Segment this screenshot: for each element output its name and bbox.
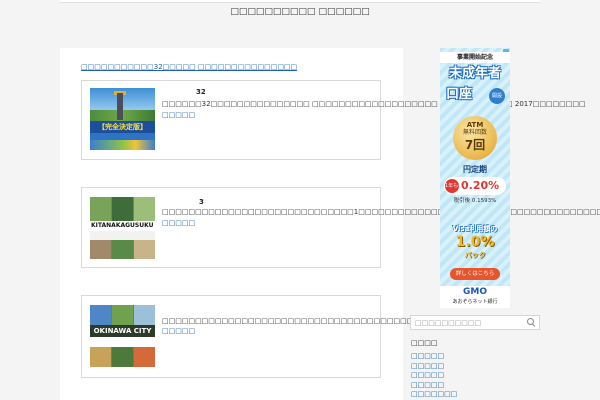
photo-tile	[112, 197, 133, 221]
ad-banner[interactable]: 事業開始記念 未成年者 口座 開設 ATM 無料回数 7回 円定期 1年もの 0…	[440, 48, 510, 308]
post-title[interactable]: 3	[199, 198, 204, 207]
photo-tile	[112, 240, 133, 259]
header-bar	[60, 0, 540, 3]
post-excerpt: □□□□□□32□□□□□□□□□□□□□□□ □□□□□□□□□□□□□□□□…	[162, 99, 586, 108]
ad-atm-coin: ATM 無料回数 7回	[453, 116, 497, 160]
tower-photo	[117, 93, 123, 120]
ad-cta-button[interactable]: 詳しくはこちら	[450, 268, 500, 280]
ad-footer: GMO あおぞらネット銀行	[440, 286, 510, 308]
category-link[interactable]: □□□□□□□	[411, 390, 457, 400]
photo-tile	[112, 347, 133, 367]
ad-rate-box: 1年もの 0.20%	[444, 177, 506, 195]
ad-rate: 0.20%	[461, 179, 500, 192]
search-box	[410, 315, 540, 330]
thumbnail-label: OKINAWA CITY	[90, 325, 155, 337]
search-icon[interactable]	[527, 318, 536, 327]
ad-account-label: 口座	[446, 87, 473, 102]
pool-photo	[90, 140, 155, 150]
search-input[interactable]	[411, 316, 523, 329]
photo-tile	[134, 240, 155, 259]
photo-tile	[134, 347, 155, 367]
thumbnail-strip	[90, 337, 155, 347]
thumbnail-strip	[90, 133, 155, 140]
ad-visa: Visa利用額の	[452, 225, 498, 233]
category-heading: □□□□	[411, 339, 438, 347]
photo-tile	[90, 305, 111, 325]
site-title[interactable]: □□□□□□□□□□ □□□□□□	[150, 6, 450, 18]
ad-after-tax: 税引後 0.1593%	[453, 198, 497, 204]
photo-tile	[112, 305, 133, 325]
page: □□□□□□□□□□ □□□□□□ □□□□□□□□□□□32□□□□□ □□□…	[0, 0, 600, 400]
ad-atm-label: ATM	[466, 121, 484, 129]
thumbnail-label: KITANAKAGUSUKU VIL	[90, 221, 155, 231]
category-link[interactable]: □□□□□	[411, 352, 457, 362]
post-thumbnail[interactable]: KITANAKAGUSUKU VIL	[90, 197, 155, 259]
photo-tile	[90, 197, 111, 221]
notice-link[interactable]: □□□□□□□□□□□32□□□□□ □□□□□□□□□□□□□□□	[81, 62, 297, 72]
category-link[interactable]: □□□□□	[411, 371, 457, 381]
ad-opening-badge: 開設	[489, 88, 505, 104]
read-more-link[interactable]: □□□□□	[162, 111, 195, 120]
read-more-link[interactable]: □□□□□	[162, 327, 195, 336]
post-thumbnail[interactable]: OKINAWA CITY	[90, 305, 155, 367]
post-excerpt: □□□□□□□□□□□□□□□□□□□□□□□□□□□□□1□□□□□□□□□□…	[162, 207, 600, 216]
ad-atm-free: 無料回数	[462, 129, 487, 136]
post-title[interactable]: 32	[196, 88, 206, 97]
ad-title: 未成年者	[448, 66, 501, 81]
gmo-logo: GMO	[463, 287, 487, 297]
post-thumbnail[interactable]: 【完全決定版】	[90, 88, 155, 150]
ad-cashback: バック	[464, 251, 486, 259]
read-more-link[interactable]: □□□□□	[162, 219, 195, 228]
photo-tile	[134, 197, 155, 221]
ad-deposit: 円定期	[463, 165, 487, 174]
post-card[interactable]: 【完全決定版】 32 □□□□□□32□□□□□□□□□□□□□□□ □□□□□…	[81, 80, 586, 160]
ad-cashback-rate: 1.0%	[455, 234, 495, 250]
thumbnail-label: 【完全決定版】	[90, 121, 155, 133]
photo-tile	[134, 305, 155, 325]
ad-atm-count: 7回	[464, 138, 486, 152]
category-link[interactable]: □□□□□	[411, 381, 457, 391]
post-card[interactable]: OKINAWA CITY □□□□□□□□□□□□□□□□□□□□□□□□□□□…	[81, 295, 539, 378]
ad-bank-name: あおぞらネット銀行	[452, 299, 498, 305]
photo-tile	[90, 240, 111, 259]
thumbnail-strip	[90, 231, 155, 240]
category-link[interactable]: □□□□□	[411, 362, 457, 372]
ad-headline: 事業開始記念	[440, 52, 510, 63]
post-card[interactable]: KITANAKAGUSUKU VIL 3 □□□□□□□□□□□□□□□□□□□…	[81, 187, 600, 268]
category-list: □□□□□ □□□□□ □□□□□ □□□□□ □□□□□□□	[411, 352, 457, 400]
photo-tile	[90, 347, 111, 367]
ad-term-badge: 1年もの	[445, 179, 459, 193]
